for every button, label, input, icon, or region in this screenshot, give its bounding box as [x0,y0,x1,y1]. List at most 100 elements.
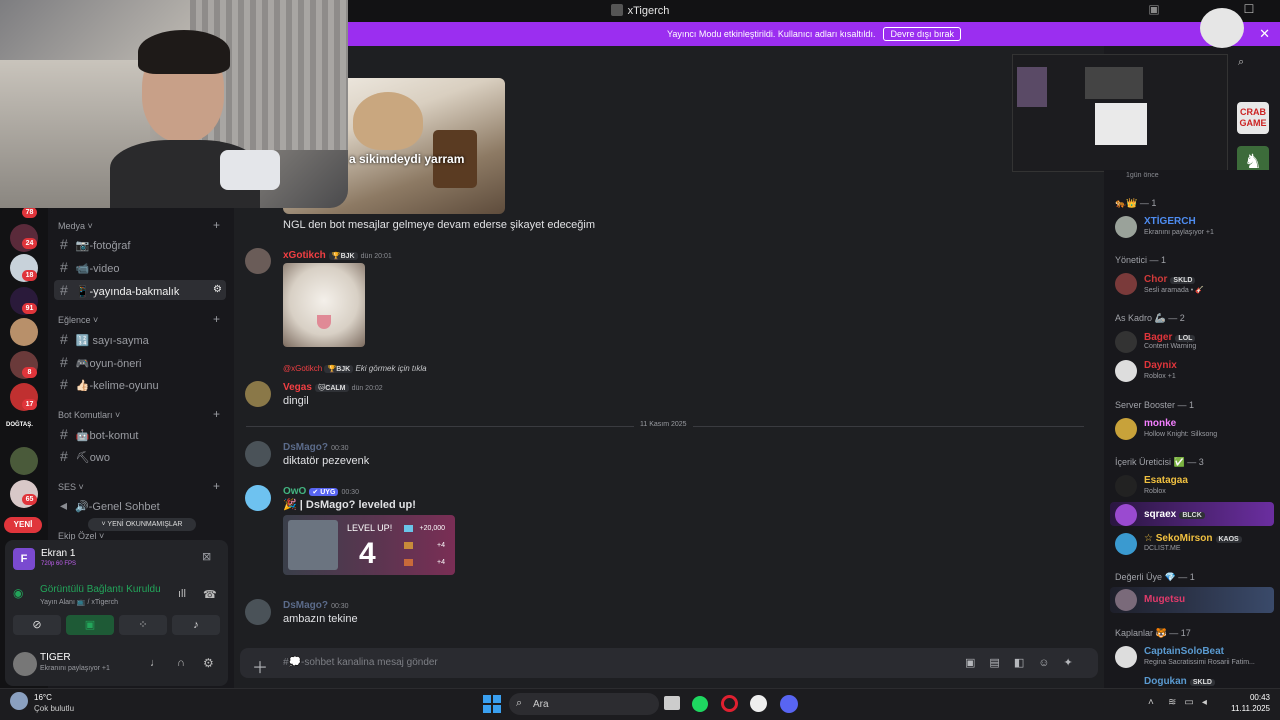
network-icon[interactable]: ≋ [1168,697,1184,708]
volume-icon[interactable]: ◂ [1202,697,1215,708]
gift-icon[interactable]: ▣ [965,657,989,669]
channel-bot-komut[interactable]: # 🤖bot-komut [54,424,226,444]
start-icon[interactable] [483,695,501,713]
discord-icon[interactable] [780,695,798,713]
clock-date[interactable]: 11.11.2025 [1226,704,1270,713]
voice-channel-genel[interactable]: ◂ 🔊-Genel Sohbet [54,495,226,515]
apps-icon[interactable]: ✦ [1063,657,1086,669]
user-avatar[interactable] [13,652,37,676]
server-label[interactable]: DOĞTAŞ. [6,422,33,428]
username[interactable]: DsMago? [283,442,328,453]
member-avatar[interactable] [1115,589,1137,611]
channel-sayi-sayma[interactable]: # 🔢 sayı-sayma [54,329,226,349]
member-name[interactable]: Mugetsu [1144,594,1185,605]
category-ses[interactable]: SES ˅ [58,482,84,492]
member-avatar[interactable] [1115,646,1137,668]
settings-icon[interactable]: ⚙ [213,280,222,300]
username[interactable]: OwO [283,486,306,497]
search-icon[interactable]: ⌕ [1238,56,1244,69]
category-media[interactable]: Medya ˅ [58,221,93,231]
member-avatar[interactable] [1115,331,1137,353]
tray-chevron-icon[interactable]: ˄ [1148,697,1154,708]
activities-button[interactable]: ⁘ [119,615,167,635]
new-unreads-button[interactable]: ˅ YENİ OKUNMAMIŞLAR [88,518,196,531]
avatar[interactable] [245,441,271,467]
soundboard-button[interactable]: ♪ [172,615,220,635]
inbox-icon[interactable]: ▣ [1145,2,1163,18]
avatar[interactable] [245,485,271,511]
user-name[interactable]: TIGER [40,652,71,663]
task-view-icon[interactable] [664,696,680,710]
sticker-icon[interactable]: ◧ [1014,657,1038,669]
close-icon[interactable]: ✕ [1259,26,1270,42]
message-input[interactable]: #💭-sohbet kanalina mesaj gönder [283,657,438,668]
level-up-card[interactable]: LEVEL UP! 4 +20,000 +4 +4 [283,515,455,575]
member-name-row[interactable]: Bager LOL [1144,331,1196,343]
channel-oyun-oneri[interactable]: # 🎮oyun-öneri [54,352,226,372]
clock-time[interactable]: 00:43 [1226,693,1270,702]
reply-preview[interactable]: @xGotikch 🏆BJK Eki görmek için tıkla [283,364,427,373]
display-icon[interactable]: ▭ [1184,697,1201,708]
username[interactable]: DsMago? [283,600,328,611]
member-name[interactable]: monke [1144,418,1176,429]
screen-share-preview[interactable] [1012,54,1228,172]
member-name-row[interactable]: sqraex BLCK [1144,508,1205,520]
category-fun[interactable]: Eğlence ˅ [58,315,98,325]
username[interactable]: xGotikch [283,250,326,261]
member-name[interactable]: Esatagaa [1144,475,1188,486]
member-avatar[interactable] [1115,475,1137,497]
crab-game-icon[interactable]: CRAB GAME [1237,102,1269,134]
member-avatar[interactable] [1115,418,1137,440]
avatar[interactable] [245,248,271,274]
disable-streamer-mode-button[interactable]: Devre dışı bırak [883,27,961,41]
screen-share-button[interactable]: ▣ [66,615,114,635]
cat-tongue-image[interactable] [283,263,365,347]
member-avatar[interactable] [1115,216,1137,238]
member-name-row[interactable]: Chor SKLD [1144,273,1196,285]
category-bot[interactable]: Bot Komutları ˅ [58,410,120,420]
avatar-top-right[interactable] [1200,8,1244,48]
channel-kelime-oyunu[interactable]: # 👍🏻-kelime-oyunu [54,374,226,394]
emoji-icon[interactable]: ☺ [1038,657,1063,669]
member-avatar[interactable] [1115,273,1137,295]
member-name[interactable]: CaptainSoloBeat [1144,646,1224,657]
avatar[interactable] [245,599,271,625]
steam-icon[interactable] [750,695,767,712]
plus-icon[interactable]: ＋ [252,654,268,678]
avatar[interactable] [245,381,271,407]
opera-icon[interactable] [721,695,738,712]
connection-status[interactable]: Görüntülü Bağlantı Kuruldu [40,584,161,595]
gif-icon[interactable]: ▤ [989,657,1013,669]
member-name[interactable]: Daynix [1144,360,1177,371]
taskbar-search[interactable] [509,693,659,715]
spotify-icon[interactable] [692,696,708,712]
add-channel-icon[interactable]: + [213,407,220,421]
server-icon[interactable] [10,318,38,346]
maximize-icon[interactable]: ☐ [1240,2,1258,18]
new-unread-pill[interactable]: YENİ [4,517,42,533]
server-icon[interactable] [10,447,38,475]
channel-yayinda-bakmalik[interactable]: # 📱-yayında-bakmalık ⚙ [54,280,226,300]
member-name[interactable]: XTİGERCH [1144,216,1196,227]
weather-temp[interactable]: 16°C [34,693,52,702]
member-name-row[interactable]: ☆ SekoMirson KAOS [1144,532,1242,544]
microphone-icon[interactable]: ♩ [150,657,161,669]
channel-video[interactable]: # 📹-video [54,257,226,277]
add-channel-icon[interactable]: + [213,218,220,232]
member-avatar[interactable] [1115,360,1137,382]
channel-fotograf[interactable]: # 📷-fotoğraf [54,234,226,254]
noise-icon[interactable]: ıll [178,588,186,600]
weather-icon[interactable] [10,692,28,710]
member-avatar[interactable] [1115,504,1137,526]
username[interactable]: Vegas [283,382,312,393]
headphones-icon[interactable]: ∩ [177,657,185,669]
popout-icon[interactable]: ⊠ [202,550,211,563]
camera-off-button[interactable]: ⊘ [13,615,61,635]
add-channel-icon[interactable]: + [213,479,220,493]
member-name-row[interactable]: Dogukan SKLD [1144,675,1215,687]
channel-owo[interactable]: # ⛏owo [54,446,226,466]
member-avatar[interactable] [1115,533,1137,555]
settings-icon[interactable]: ⚙ [203,656,214,670]
add-channel-icon[interactable]: + [213,312,220,326]
disconnect-icon[interactable]: ☎ [203,588,217,601]
